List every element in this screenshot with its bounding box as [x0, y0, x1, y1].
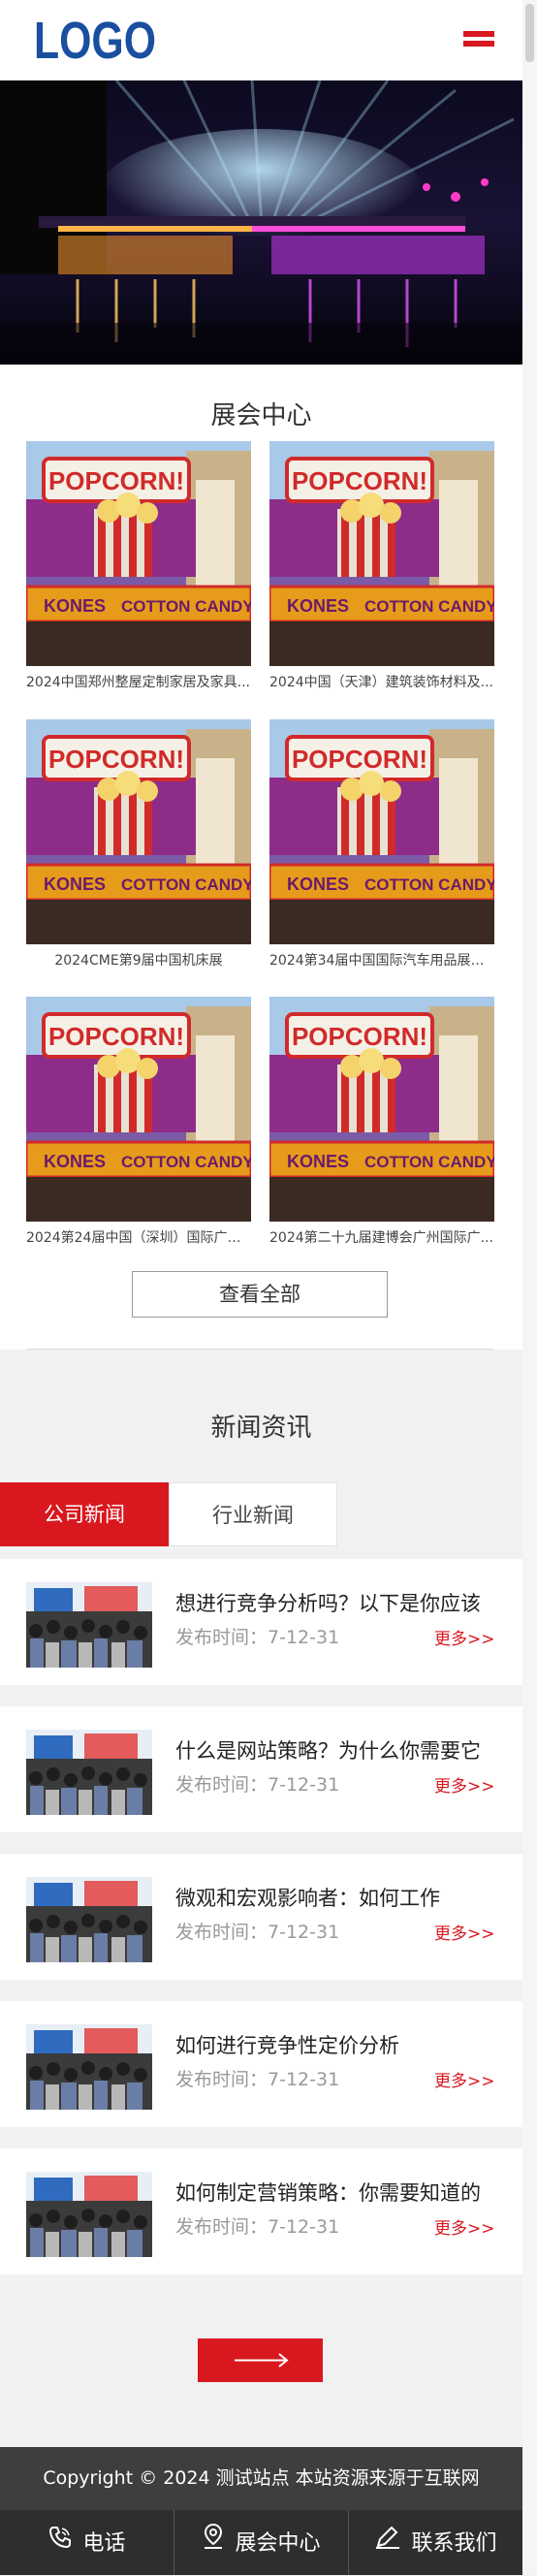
news-more-link[interactable]: 更多>>: [434, 2214, 495, 2239]
section-title: 展会中心: [210, 401, 312, 430]
menu-bar: [463, 41, 494, 47]
exhibition-thumbnail[interactable]: [26, 997, 251, 1222]
news-thumbnail[interactable]: [26, 2024, 152, 2110]
logo-text: LOGO: [34, 14, 156, 64]
more-news-button[interactable]: [198, 2338, 323, 2382]
phone-icon: [47, 2511, 73, 2576]
banner-image: [0, 80, 522, 365]
exhibition-caption[interactable]: 2024中国（天津）建筑装饰材料及...: [269, 672, 494, 691]
exhibition-caption[interactable]: 2024中国郑州整屋定制家居及家具...: [26, 672, 251, 691]
exhibition-card[interactable]: 2024第34届中国国际汽车用品展览会: [269, 719, 494, 970]
divider: [26, 1349, 493, 1350]
arrow-right-icon: [235, 2353, 289, 2368]
location-pin-icon: [202, 2511, 225, 2576]
menu-bar: [463, 31, 494, 37]
news-thumbnail[interactable]: [26, 2172, 152, 2257]
news-date: 发布时间：7-12-31: [175, 1627, 340, 1648]
page: LOGO 展会中心 2024中国郑州整屋定制家居及家具... 2024中国（天津…: [0, 0, 537, 2575]
exhibition-card[interactable]: 2024CME第9届中国机床展: [26, 719, 251, 970]
section-title: 新闻资讯: [210, 1414, 312, 1443]
exhibition-caption[interactable]: 2024第二十九届建博会广州国际广...: [269, 1227, 494, 1247]
news-more-link[interactable]: 更多>>: [434, 2067, 495, 2091]
news-list-item[interactable]: 微观和宏观影响者：如何工作 发布时间：7-12-31 更多>>: [0, 1854, 522, 1980]
scrollbar[interactable]: [522, 0, 537, 2575]
exhibition-caption[interactable]: 2024第34届中国国际汽车用品展览会: [269, 950, 494, 970]
footer-nav-label: 电话: [82, 2530, 126, 2556]
tab-company-news[interactable]: 公司新闻: [0, 1482, 169, 1546]
news-title[interactable]: 如何进行竞争性定价分析: [175, 2030, 495, 2059]
exhibition-caption[interactable]: 2024第24届中国（深圳）国际广告展: [26, 1227, 251, 1247]
view-all-button[interactable]: 查看全部: [132, 1271, 388, 1318]
site-header: LOGO: [0, 0, 522, 80]
news-date: 发布时间：7-12-31: [175, 1774, 340, 1796]
footer-nav-exhibition[interactable]: 展会中心: [174, 2510, 348, 2575]
news-list-item[interactable]: 什么是网站策略？为什么你需要它 发布时间：7-12-31 更多>>: [0, 1706, 522, 1832]
exhibition-card[interactable]: 2024第二十九届建博会广州国际广...: [269, 997, 494, 1247]
news-more-link[interactable]: 更多>>: [434, 1625, 495, 1649]
news-date: 发布时间：7-12-31: [175, 2069, 340, 2090]
news-title[interactable]: 什么是网站策略？为什么你需要它: [175, 1735, 495, 1765]
exhibition-caption[interactable]: 2024CME第9届中国机床展: [26, 950, 251, 970]
footer-nav-contact[interactable]: 联系我们: [349, 2510, 522, 2575]
logo[interactable]: LOGO: [32, 14, 160, 64]
news-thumbnail[interactable]: [26, 1730, 152, 1815]
exhibition-card[interactable]: 2024中国（天津）建筑装饰材料及...: [269, 441, 494, 691]
exhibition-card[interactable]: 2024中国郑州整屋定制家居及家具...: [26, 441, 251, 691]
footer-nav: 电话 展会中心 联系我们: [0, 2510, 522, 2575]
news-title[interactable]: 微观和宏观影响者：如何工作: [175, 1883, 495, 1912]
exhibition-thumbnail[interactable]: [269, 997, 494, 1222]
news-date: 发布时间：7-12-31: [175, 1922, 340, 1943]
exhibition-thumbnail[interactable]: [269, 441, 494, 666]
exhibition-thumbnail[interactable]: [26, 719, 251, 944]
news-title[interactable]: 想进行竞争分析吗？以下是你应该: [175, 1588, 495, 1617]
exhibition-thumbnail[interactable]: [26, 441, 251, 666]
exhibition-section: 展会中心 2024中国郑州整屋定制家居及家具... 2024中国（天津）建筑装饰…: [0, 365, 522, 1350]
news-title[interactable]: 如何制定营销策略：你需要知道的: [175, 2178, 495, 2207]
news-thumbnail[interactable]: [26, 1582, 152, 1668]
scrollbar-thumb[interactable]: [525, 4, 534, 62]
footer-nav-label: 展会中心: [235, 2530, 321, 2556]
news-list-item[interactable]: 如何制定营销策略：你需要知道的 发布时间：7-12-31 更多>>: [0, 2148, 522, 2274]
tab-industry-news[interactable]: 行业新闻: [169, 1482, 337, 1546]
news-thumbnail[interactable]: [26, 1877, 152, 1962]
hamburger-menu-icon[interactable]: [463, 29, 494, 52]
exhibition-thumbnail[interactable]: [269, 719, 494, 944]
footer-nav-phone[interactable]: 电话: [0, 2510, 174, 2575]
copyright-bar: Copyright © 2024 测试站点 本站资源来源于互联网: [0, 2447, 522, 2510]
news-list-item[interactable]: 想进行竞争分析吗？以下是你应该 发布时间：7-12-31 更多>>: [0, 1559, 522, 1685]
news-more-link[interactable]: 更多>>: [434, 1772, 495, 1797]
exhibition-card[interactable]: 2024第24届中国（深圳）国际广告展: [26, 997, 251, 1247]
edit-icon: [374, 2511, 401, 2576]
news-more-link[interactable]: 更多>>: [434, 1920, 495, 1944]
hero-banner[interactable]: [0, 80, 522, 365]
footer-nav-label: 联系我们: [411, 2530, 497, 2556]
news-list-item[interactable]: 如何进行竞争性定价分析 发布时间：7-12-31 更多>>: [0, 2001, 522, 2127]
news-date: 发布时间：7-12-31: [175, 2216, 340, 2238]
